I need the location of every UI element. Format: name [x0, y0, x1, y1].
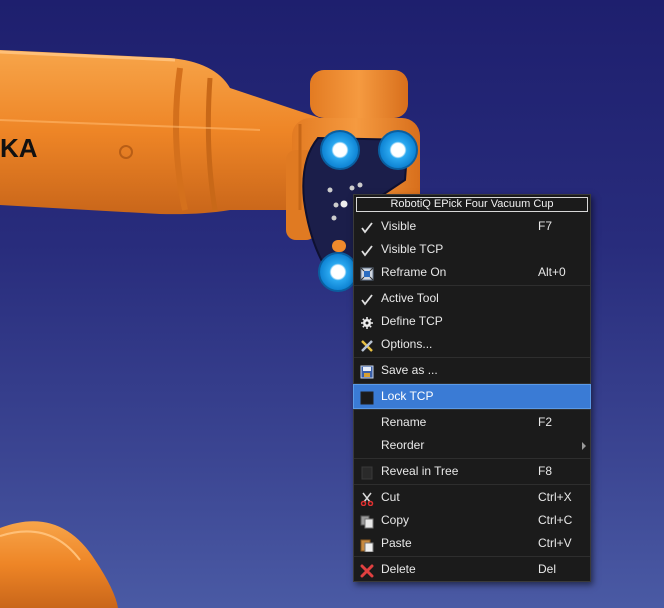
menu-item-options[interactable]: Options... — [354, 333, 590, 356]
menu-item-shortcut: Alt+0 — [538, 265, 566, 279]
paste-icon — [360, 537, 374, 553]
menu-item-copy[interactable]: Copy Ctrl+C — [354, 509, 590, 532]
check-icon — [360, 220, 374, 234]
menu-item-label: Copy — [381, 513, 410, 527]
menu-item-label: Save as ... — [381, 363, 438, 377]
menu-item-reorder[interactable]: Reorder — [354, 434, 590, 457]
menu-item-shortcut: Ctrl+C — [538, 513, 573, 527]
reframe-icon — [360, 266, 374, 281]
tree-icon — [360, 465, 374, 480]
menu-item-paste[interactable]: Paste Ctrl+V — [354, 532, 590, 555]
menu-item-label: Reorder — [381, 438, 425, 452]
menu-item-label: Reveal in Tree — [381, 464, 459, 478]
menu-item-define-tcp[interactable]: Define TCP — [354, 310, 590, 333]
menu-item-save-as[interactable]: Save as ... — [354, 359, 590, 382]
options-icon — [360, 338, 374, 352]
menu-item-cut[interactable]: Cut Ctrl+X — [354, 486, 590, 509]
save-icon — [360, 364, 374, 379]
menu-item-label: Active Tool — [381, 291, 439, 305]
lock-box-icon — [360, 390, 374, 405]
robot-arm — [0, 50, 330, 215]
menu-separator — [354, 383, 590, 384]
menu-separator — [354, 285, 590, 286]
copy-icon — [360, 514, 374, 529]
menu-item-label: Visible — [381, 219, 417, 233]
robot-logo: KA — [0, 133, 38, 163]
menu-item-label: Paste — [381, 536, 412, 550]
menu-item-visible[interactable]: Visible F7 — [354, 215, 590, 238]
check-icon — [360, 243, 374, 257]
menu-item-shortcut: F2 — [538, 415, 553, 429]
menu-item-label: Lock TCP — [381, 389, 434, 403]
menu-item-label: Options... — [381, 337, 433, 351]
gear-icon — [360, 315, 374, 329]
submenu-arrow-icon — [582, 442, 586, 450]
menu-item-active-tool[interactable]: Active Tool — [354, 287, 590, 310]
delete-icon — [360, 563, 374, 578]
menu-item-label: Reframe On — [381, 265, 447, 279]
menu-item-lock-tcp[interactable]: Lock TCP — [353, 384, 591, 409]
menu-item-rename[interactable]: Rename F2 — [354, 411, 590, 434]
menu-item-label: Visible TCP — [381, 242, 444, 256]
menu-item-label: Rename — [381, 415, 427, 429]
menu-item-shortcut: Ctrl+X — [538, 490, 572, 504]
context-menu: RobotiQ EPick Four Vacuum Cup Visible F7… — [353, 194, 591, 582]
menu-separator — [354, 357, 590, 358]
menu-title: RobotiQ EPick Four Vacuum Cup — [356, 197, 588, 212]
menu-item-shortcut: Ctrl+V — [538, 536, 572, 550]
check-icon — [360, 292, 374, 306]
menu-separator — [354, 409, 590, 410]
menu-item-delete[interactable]: Delete Del — [354, 558, 590, 581]
menu-item-shortcut: Del — [538, 562, 557, 576]
menu-item-label: Delete — [381, 562, 416, 576]
robot-base — [0, 521, 118, 608]
menu-item-label: Cut — [381, 490, 400, 504]
scissors-icon — [360, 491, 374, 507]
menu-separator — [354, 556, 590, 557]
menu-item-shortcut: F8 — [538, 464, 553, 478]
menu-item-label: Define TCP — [381, 314, 443, 328]
menu-item-shortcut: F7 — [538, 219, 553, 233]
menu-item-visible-tcp[interactable]: Visible TCP — [354, 238, 590, 261]
menu-separator — [354, 484, 590, 485]
menu-item-reframe-on[interactable]: Reframe On Alt+0 — [354, 261, 590, 284]
menu-item-reveal-in-tree[interactable]: Reveal in Tree F8 — [354, 460, 590, 483]
menu-separator — [354, 458, 590, 459]
